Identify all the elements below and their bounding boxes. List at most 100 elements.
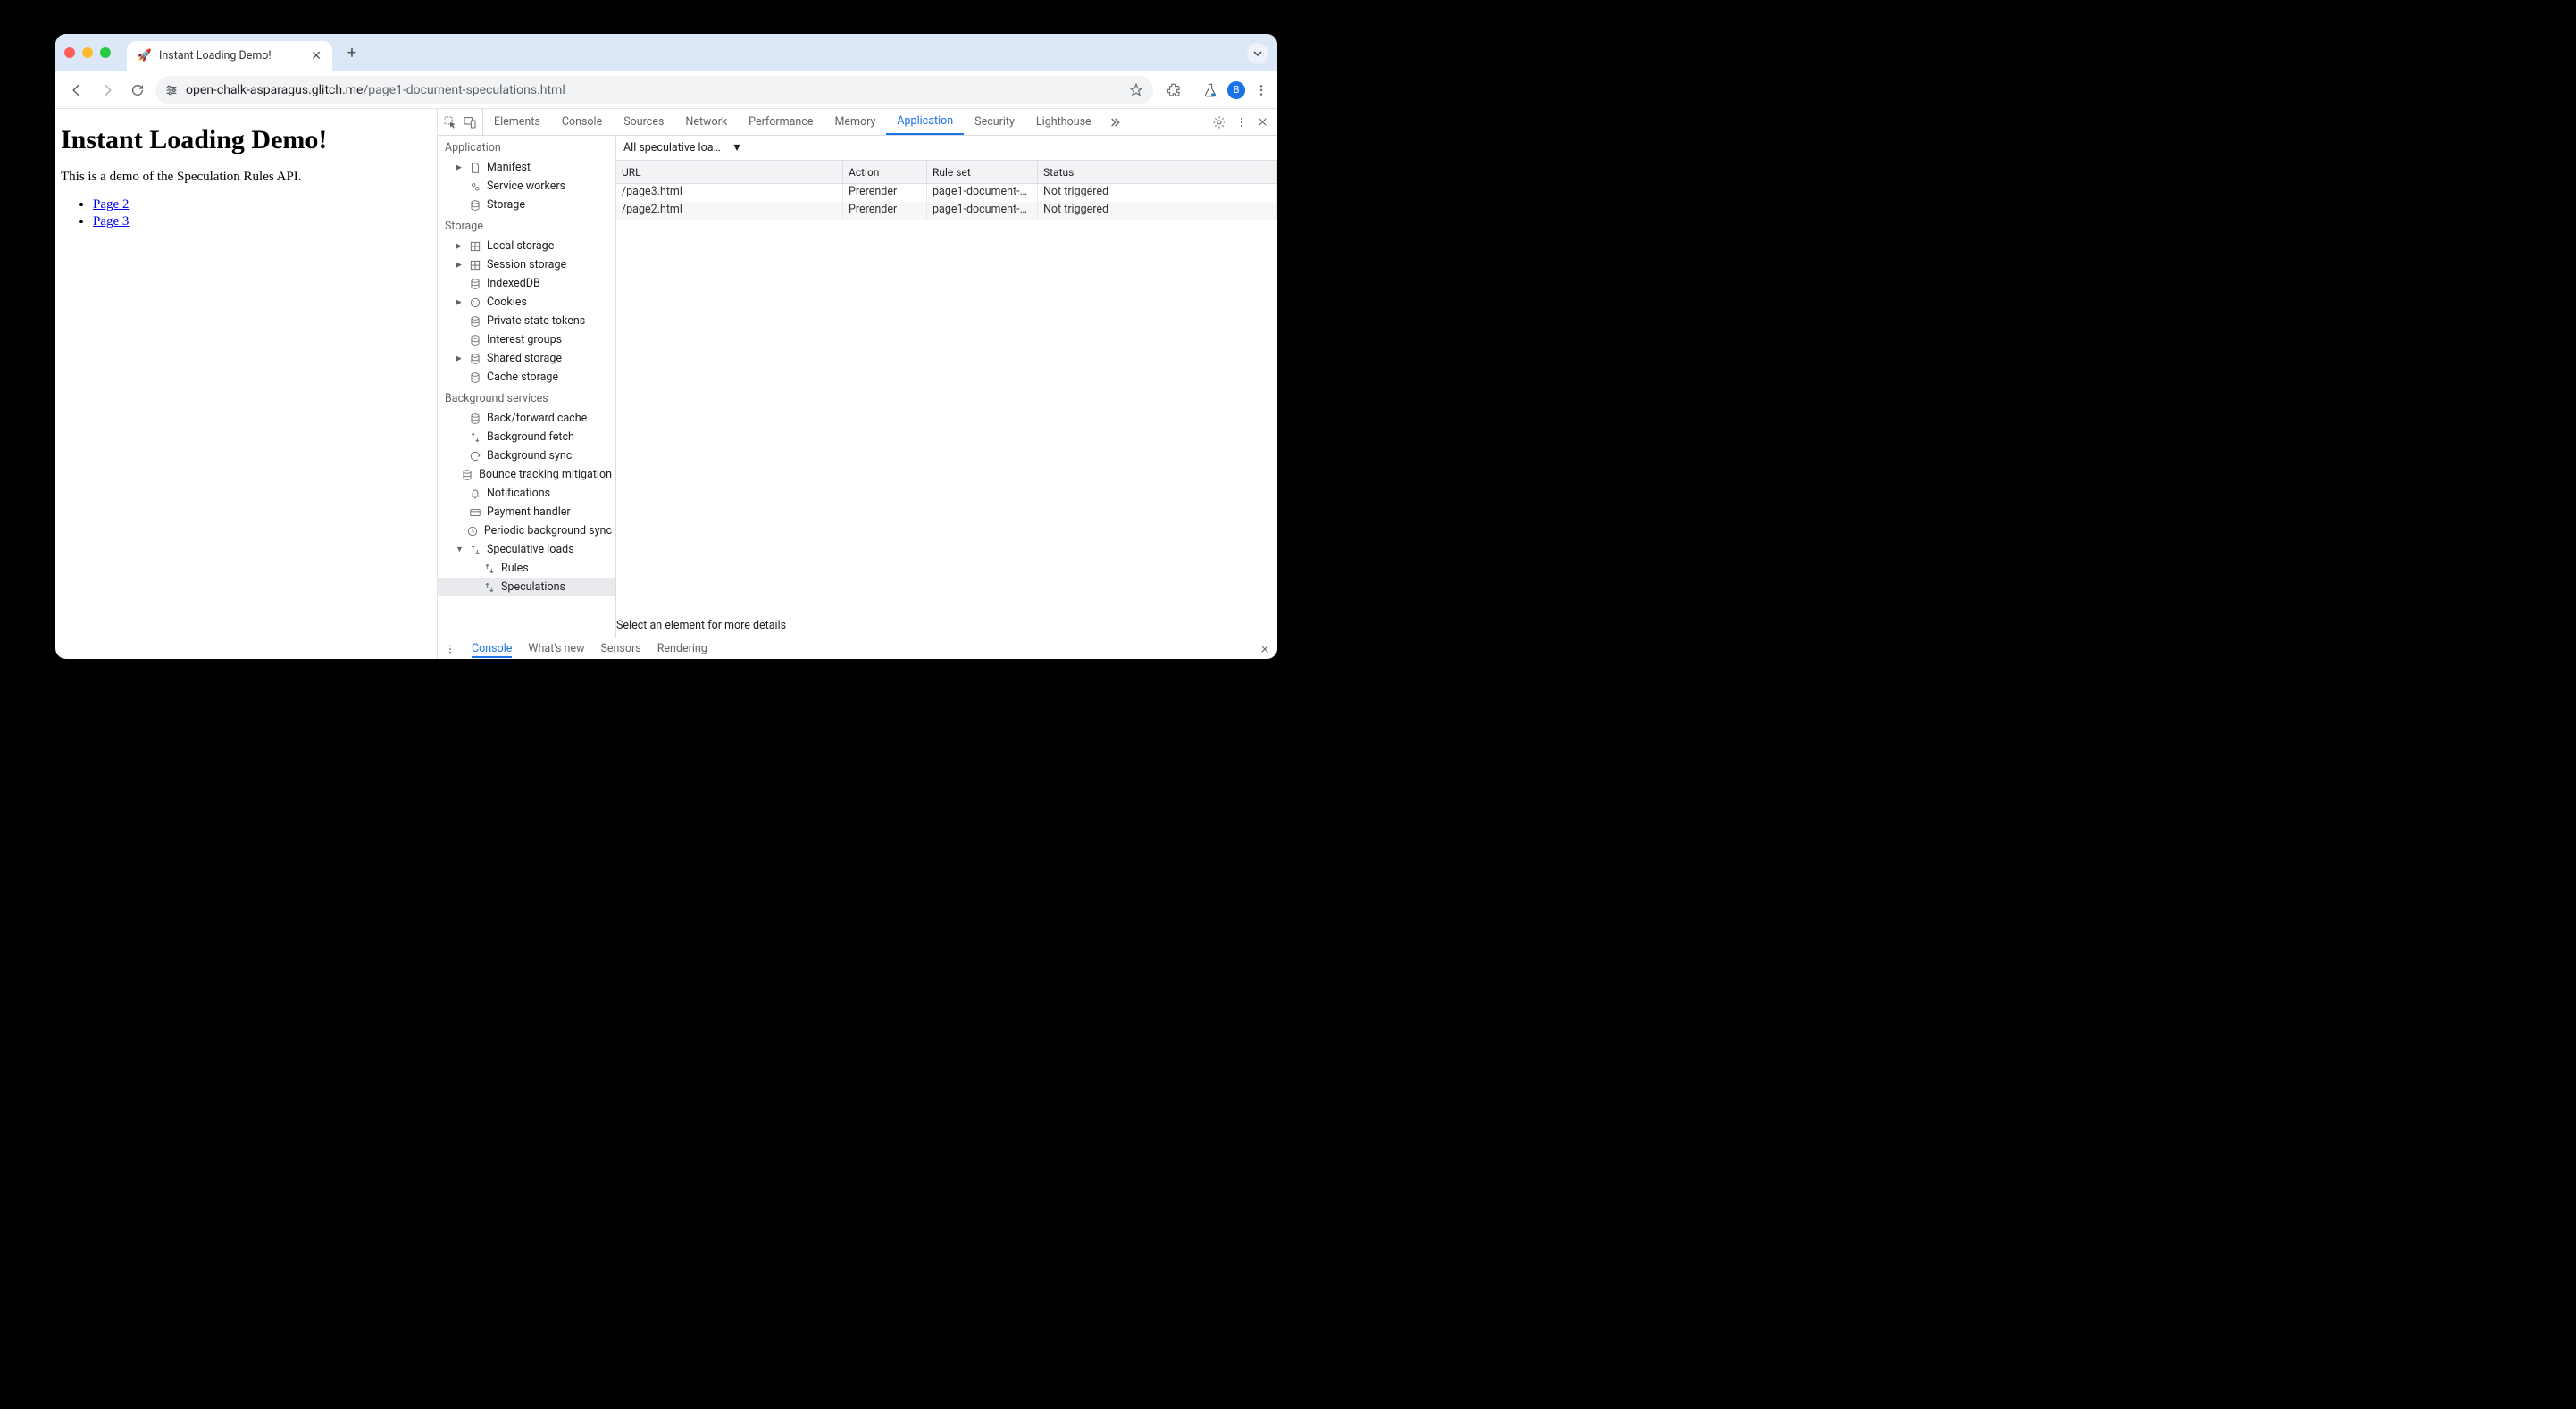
- sidebar-group-title: Application: [438, 136, 615, 158]
- back-button[interactable]: [64, 78, 89, 103]
- settings-icon[interactable]: [1212, 115, 1226, 129]
- sidebar-item-bounce-tracking-mitigation[interactable]: Bounce tracking mitigation: [438, 465, 615, 484]
- table-row[interactable]: /page2.htmlPrerenderpage1-document-…Not …: [616, 202, 1277, 220]
- sidebar-item-label: Local storage: [487, 239, 554, 253]
- drawer-menu-icon[interactable]: [445, 644, 456, 654]
- sidebar-item-payment-handler[interactable]: Payment handler: [438, 503, 615, 521]
- close-window-button[interactable]: [64, 47, 75, 58]
- more-tabs-icon[interactable]: [1102, 109, 1127, 135]
- bookmark-icon[interactable]: [1128, 82, 1144, 98]
- column-ruleset[interactable]: Rule set: [927, 161, 1038, 184]
- sidebar-item-local-storage[interactable]: ▶ Local storage: [438, 237, 615, 255]
- reload-icon: [130, 83, 145, 97]
- labs-icon[interactable]: [1202, 82, 1218, 98]
- sidebar-item-manifest[interactable]: ▶Manifest: [438, 158, 615, 177]
- chrome-menu-icon[interactable]: [1254, 83, 1268, 97]
- tab-search-button[interactable]: [1247, 43, 1268, 64]
- sidebar-item-notifications[interactable]: Notifications: [438, 484, 615, 503]
- maximize-window-button[interactable]: [100, 47, 111, 58]
- page-link[interactable]: Page 2: [93, 197, 129, 212]
- sidebar-item-speculative-loads[interactable]: ▼Speculative loads: [438, 540, 615, 559]
- sidebar-item-interest-groups[interactable]: Interest groups: [438, 330, 615, 349]
- url-path: /page1-document-speculations.html: [363, 83, 565, 97]
- column-status[interactable]: Status: [1038, 161, 1277, 184]
- sidebar-item-background-sync[interactable]: Background sync: [438, 446, 615, 465]
- expand-arrow-icon: ▶: [456, 298, 463, 307]
- cell-ruleset: page1-document-…: [927, 202, 1038, 220]
- sidebar-item-label: Storage: [487, 198, 525, 212]
- expand-arrow-icon: ▶: [456, 261, 463, 270]
- cell-url: /page2.html: [616, 202, 843, 220]
- inspect-element-icon[interactable]: [443, 115, 457, 129]
- drawer-tab-what-s-new[interactable]: What's new: [528, 642, 584, 655]
- reload-button[interactable]: [125, 78, 150, 103]
- devtools-menu-icon[interactable]: [1235, 116, 1248, 129]
- toolbar: open-chalk-asparagus.glitch.me/page1-doc…: [55, 71, 1277, 109]
- panel-tab-elements[interactable]: Elements: [483, 109, 551, 135]
- table-row[interactable]: /page3.htmlPrerenderpage1-document-…Not …: [616, 184, 1277, 202]
- sidebar-item-label: Private state tokens: [487, 314, 585, 328]
- sidebar-item-label: Notifications: [487, 487, 550, 500]
- sidebar-item-cookies[interactable]: ▶Cookies: [438, 293, 615, 312]
- panel-tab-security[interactable]: Security: [964, 109, 1025, 135]
- grid-icon: [468, 259, 481, 271]
- sidebar-group-title: Background services: [438, 387, 615, 409]
- sidebar-item-periodic-background-sync[interactable]: Periodic background sync: [438, 521, 615, 540]
- device-toggle-icon[interactable]: [463, 115, 477, 129]
- speculations-filter-dropdown[interactable]: All speculative loa… ▼: [623, 141, 742, 154]
- sidebar-item-speculations[interactable]: Speculations: [438, 578, 615, 596]
- db-icon: [468, 413, 481, 425]
- tab-title: Instant Loading Demo!: [159, 49, 304, 63]
- drawer-tab-console[interactable]: Console: [472, 642, 512, 658]
- sidebar-item-label: Rules: [501, 562, 529, 575]
- column-url[interactable]: URL: [616, 161, 843, 184]
- close-devtools-icon[interactable]: [1257, 116, 1268, 128]
- sidebar-item-storage[interactable]: Storage: [438, 196, 615, 214]
- sidebar-item-rules[interactable]: Rules: [438, 559, 615, 578]
- close-drawer-icon[interactable]: [1259, 644, 1270, 654]
- sidebar-item-session-storage[interactable]: ▶Session storage: [438, 255, 615, 274]
- sidebar-item-cache-storage[interactable]: Cache storage: [438, 368, 615, 387]
- drawer-tab-sensors[interactable]: Sensors: [600, 642, 640, 655]
- sidebar-item-label: Cache storage: [487, 371, 558, 384]
- minimize-window-button[interactable]: [82, 47, 93, 58]
- arrows-icon: [468, 544, 481, 556]
- profile-avatar[interactable]: B: [1227, 81, 1245, 99]
- speculations-filter-bar: All speculative loa… ▼: [616, 136, 1277, 161]
- panel-tab-lighthouse[interactable]: Lighthouse: [1025, 109, 1102, 135]
- sidebar-item-shared-storage[interactable]: ▶Shared storage: [438, 349, 615, 368]
- sidebar-item-back-forward-cache[interactable]: Back/forward cache: [438, 409, 615, 428]
- site-controls-icon[interactable]: [164, 83, 179, 97]
- cell-action: Prerender: [843, 202, 927, 220]
- address-bar[interactable]: open-chalk-asparagus.glitch.me/page1-doc…: [155, 76, 1153, 104]
- close-tab-icon[interactable]: ✕: [311, 49, 322, 63]
- expand-arrow-icon: ▶: [456, 242, 463, 251]
- browser-window: 🚀 Instant Loading Demo! ✕ + open-chalk-a…: [55, 34, 1277, 659]
- forward-button[interactable]: [95, 78, 120, 103]
- panel-tab-performance[interactable]: Performance: [738, 109, 824, 135]
- panel-tab-memory[interactable]: Memory: [824, 109, 886, 135]
- panel-tab-sources[interactable]: Sources: [613, 109, 674, 135]
- page-link[interactable]: Page 3: [93, 214, 129, 229]
- sidebar-item-private-state-tokens[interactable]: Private state tokens: [438, 312, 615, 330]
- drawer-tab-rendering[interactable]: Rendering: [657, 642, 707, 655]
- panel-tab-console[interactable]: Console: [551, 109, 613, 135]
- sidebar-item-label: Speculative loads: [487, 543, 574, 556]
- sidebar-item-service-workers[interactable]: Service workers: [438, 177, 615, 196]
- db-icon: [468, 199, 481, 212]
- cell-status: Not triggered: [1038, 202, 1277, 220]
- browser-tab[interactable]: 🚀 Instant Loading Demo! ✕: [127, 41, 332, 71]
- arrows-icon: [482, 581, 496, 594]
- sidebar-item-label: Bounce tracking mitigation: [479, 468, 612, 481]
- sidebar-item-indexeddb[interactable]: IndexedDB: [438, 274, 615, 293]
- column-action[interactable]: Action: [843, 161, 927, 184]
- url-host: open-chalk-asparagus.glitch.me: [186, 83, 363, 97]
- panel-tab-application[interactable]: Application: [886, 109, 964, 135]
- extensions-icon[interactable]: [1166, 82, 1182, 98]
- sidebar-item-background-fetch[interactable]: Background fetch: [438, 428, 615, 446]
- panel-tab-network[interactable]: Network: [674, 109, 738, 135]
- devtools: ElementsConsoleSourcesNetworkPerformance…: [438, 109, 1277, 659]
- sidebar-item-label: Interest groups: [487, 333, 562, 346]
- new-tab-button[interactable]: +: [339, 44, 364, 63]
- db-icon: [468, 353, 481, 365]
